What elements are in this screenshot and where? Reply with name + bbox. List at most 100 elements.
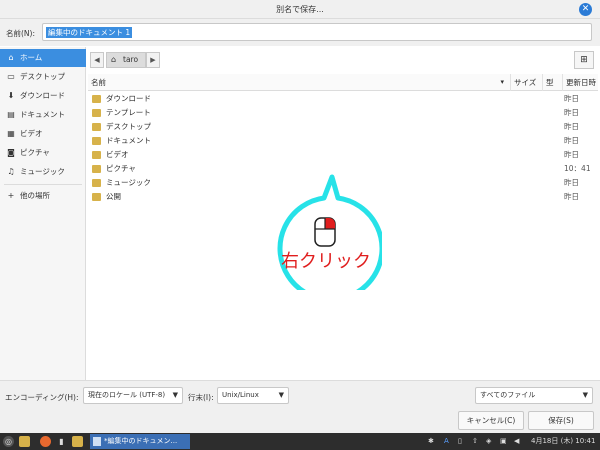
menu-icon[interactable]: ◎ xyxy=(3,436,14,447)
right-click-label: 右クリック xyxy=(281,251,371,272)
column-modified[interactable]: 更新日時 xyxy=(562,74,598,91)
sidebar-item-documents[interactable]: ▤ ドキュメント xyxy=(0,106,86,124)
sidebar-item-label: ピクチャ xyxy=(20,148,50,157)
document-icon xyxy=(93,437,101,446)
sidebar-item-videos[interactable]: ▦ ビデオ xyxy=(0,125,86,143)
folder-icon xyxy=(92,179,101,187)
file-filter-select[interactable]: すべてのファイル ▼ xyxy=(475,387,593,404)
line-ending-select[interactable]: Unix/Linux ▼ xyxy=(217,387,289,404)
breadcrumb-home[interactable]: ⌂ taro xyxy=(106,52,146,68)
line-ending-label: 行末(I): xyxy=(188,393,214,402)
chevron-down-icon: ▼ xyxy=(278,391,284,399)
encoding-select[interactable]: 現在のロケール (UTF-8) ▼ xyxy=(83,387,183,404)
back-button[interactable]: ◀ xyxy=(90,52,104,68)
volume-icon[interactable]: ◀ xyxy=(514,433,519,450)
file-name: 公開 xyxy=(106,192,121,201)
filename-input[interactable]: 編集中のドキュメント 1 xyxy=(42,23,592,41)
column-size[interactable]: サイズ xyxy=(510,74,542,91)
places-sidebar: ⌂ ホーム ▭ デスクトップ ⬇ ダウンロード ▤ ドキュメント ▦ ビデオ ◙… xyxy=(0,47,86,380)
forward-button[interactable]: ▶ xyxy=(146,52,160,68)
file-name: デスクトップ xyxy=(106,122,151,131)
cancel-button[interactable]: キャンセル(C) xyxy=(458,411,524,430)
shield-icon[interactable]: ◈ xyxy=(486,433,491,450)
sidebar-item-desktop[interactable]: ▭ デスクトップ xyxy=(0,68,86,86)
task-text-editor[interactable]: *編集中のドキュメン... xyxy=(90,434,190,449)
sidebar-divider xyxy=(4,184,82,185)
chevron-down-icon: ▼ xyxy=(582,391,588,399)
file-name: ダウンロード xyxy=(106,94,151,103)
terminal-icon[interactable]: ▮ xyxy=(56,436,67,447)
update-icon[interactable]: ⇧ xyxy=(472,433,478,450)
filename-selected-text[interactable]: 編集中のドキュメント 1 xyxy=(46,27,133,38)
breadcrumb-label: taro xyxy=(123,55,139,64)
browser-icon[interactable] xyxy=(40,436,51,447)
clipboard-icon[interactable]: ▯ xyxy=(458,433,462,450)
right-click-callout: 右クリック xyxy=(270,165,385,303)
table-row[interactable]: ダウンロード 昨日 xyxy=(88,92,598,106)
home-icon: ⌂ xyxy=(111,55,117,64)
column-header-row: 名前 ▾ サイズ 型 更新日時 xyxy=(88,74,598,91)
file-modified: 10：41 xyxy=(564,164,591,173)
files-icon[interactable] xyxy=(72,436,83,447)
encoding-label: エンコーディング(H): xyxy=(5,393,79,402)
table-row[interactable]: テンプレート 昨日 xyxy=(88,106,598,120)
sidebar-item-label: ホーム xyxy=(20,53,43,62)
sidebar-item-label: ミュージック xyxy=(20,167,65,176)
plus-icon: + xyxy=(7,191,15,200)
chevron-down-icon: ▼ xyxy=(172,391,178,399)
chevron-down-icon: ▾ xyxy=(500,78,504,86)
sidebar-item-label: デスクトップ xyxy=(20,72,65,81)
file-name: ビデオ xyxy=(106,150,129,159)
document-icon: ▤ xyxy=(7,110,15,119)
file-name: ドキュメント xyxy=(106,136,151,145)
folder-icon xyxy=(92,137,101,145)
sidebar-item-label: ダウンロード xyxy=(20,91,65,100)
network-icon[interactable]: ▣ xyxy=(500,433,507,450)
column-name[interactable]: 名前 ▾ xyxy=(88,74,510,91)
file-name: ミュージック xyxy=(106,178,151,187)
file-modified: 昨日 xyxy=(564,122,579,131)
folder-icon xyxy=(92,95,101,103)
sidebar-item-pictures[interactable]: ◙ ピクチャ xyxy=(0,144,86,162)
name-row: 名前(N): 編集中のドキュメント 1 xyxy=(0,19,600,46)
sidebar-item-downloads[interactable]: ⬇ ダウンロード xyxy=(0,87,86,105)
folder-icon xyxy=(92,109,101,117)
file-modified: 昨日 xyxy=(564,108,579,117)
input-method-indicator[interactable]: A xyxy=(444,433,449,450)
name-label: 名前(N): xyxy=(6,29,35,38)
sidebar-item-music[interactable]: ♫ ミュージック xyxy=(0,163,86,181)
window-title: 別名で保存... xyxy=(276,5,324,14)
save-button[interactable]: 保存(S) xyxy=(528,411,594,430)
desktop-icon: ▭ xyxy=(7,72,15,81)
folder-icon xyxy=(92,165,101,173)
download-icon: ⬇ xyxy=(7,91,15,100)
taskbar: ◎ ▮ *編集中のドキュメン... ✱ A ▯ ⇧ ◈ ▣ ◀ 4月18日 (木… xyxy=(0,433,600,450)
folder-icon xyxy=(92,123,101,131)
sidebar-item-label: ドキュメント xyxy=(20,110,65,119)
file-name: テンプレート xyxy=(106,108,151,117)
close-button[interactable]: ✕ xyxy=(579,3,592,16)
sidebar-item-label: ビデオ xyxy=(20,129,43,138)
new-folder-button[interactable]: ⊞ xyxy=(574,51,594,69)
sidebar-item-other-locations[interactable]: + 他の場所 xyxy=(0,187,86,205)
bluetooth-icon[interactable]: ✱ xyxy=(428,433,434,450)
sidebar-item-home[interactable]: ⌂ ホーム xyxy=(0,49,86,67)
file-modified: 昨日 xyxy=(564,192,579,201)
options-bar: エンコーディング(H): 現在のロケール (UTF-8) ▼ 行末(I): Un… xyxy=(0,380,600,433)
column-type[interactable]: 型 xyxy=(542,74,562,91)
table-row[interactable]: ドキュメント 昨日 xyxy=(88,134,598,148)
file-modified: 昨日 xyxy=(564,94,579,103)
folder-icon xyxy=(92,151,101,159)
table-row[interactable]: デスクトップ 昨日 xyxy=(88,120,598,134)
folder-icon[interactable] xyxy=(19,436,30,447)
sidebar-item-label: 他の場所 xyxy=(20,191,50,200)
file-modified: 昨日 xyxy=(564,178,579,187)
new-folder-icon: ⊞ xyxy=(580,55,588,65)
path-bar: ◀ ⌂ taro ▶ ⊞ xyxy=(88,50,598,70)
clock[interactable]: 4月18日 (木) 10:41 xyxy=(531,433,595,450)
video-icon: ▦ xyxy=(7,129,15,138)
mouse-icon xyxy=(314,217,336,247)
home-icon: ⌂ xyxy=(8,53,14,62)
camera-icon: ◙ xyxy=(7,148,15,157)
table-row[interactable]: ビデオ 昨日 xyxy=(88,148,598,162)
